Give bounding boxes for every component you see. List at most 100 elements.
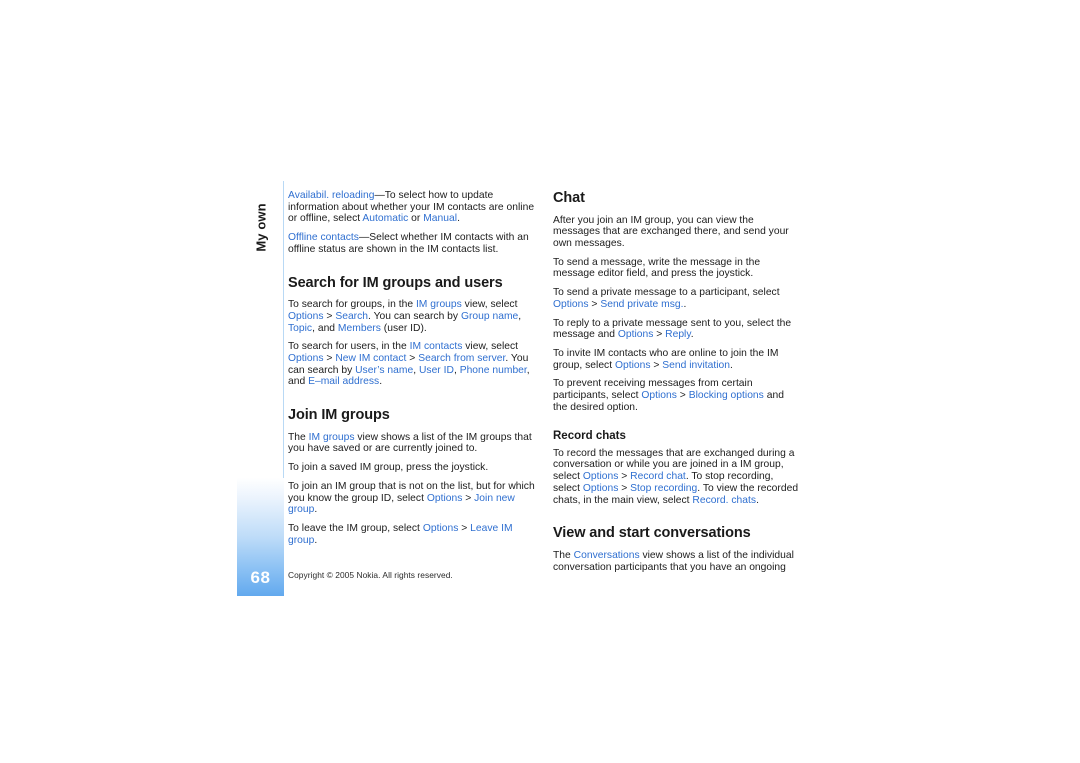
separator: >	[458, 523, 471, 534]
paragraph-send-invitation: To invite IM contacts who are online to …	[553, 348, 801, 371]
heading-join-im-groups: Join IM groups	[288, 407, 390, 424]
term-offline-contacts: Offline contacts	[288, 232, 359, 244]
menu-options: Options	[614, 359, 651, 371]
paragraph-send-private-message: To send a private message to a participa…	[553, 287, 801, 310]
t5: , and	[312, 322, 338, 334]
view-im-groups: IM groups	[415, 299, 462, 311]
separator: >	[588, 298, 601, 310]
menu-reply: Reply	[665, 329, 691, 341]
heading-chat: Chat	[553, 190, 585, 206]
view-im-contacts: IM contacts	[409, 341, 463, 353]
view-im-groups: IM groups	[308, 431, 355, 443]
paragraph-join-view: The IM groups view shows a list of the I…	[288, 432, 536, 455]
text-availability-3: .	[457, 213, 460, 225]
menu-options: Options	[553, 298, 589, 310]
field-phone-number: Phone number	[459, 364, 527, 376]
t2: view, select	[461, 299, 518, 311]
separator: >	[323, 353, 336, 364]
t1: The	[288, 431, 309, 443]
paragraph-availability-reloading: Availabil. reloading—To select how to up…	[288, 190, 536, 225]
right-column: Chat After you join an IM group, you can…	[553, 190, 801, 573]
menu-new-im-contact: New IM contact	[335, 353, 407, 364]
separator: >	[618, 471, 631, 483]
t1: To send a message, write the message in …	[553, 256, 761, 280]
menu-search-from-server: Search from server	[418, 353, 506, 364]
paragraph-reply-private-message: To reply to a private message sent to yo…	[553, 318, 801, 341]
paragraph-offline-contacts: Offline contacts—Select whether IM conta…	[288, 232, 536, 255]
t1: To search for groups, in the	[288, 299, 416, 311]
heading-view-and-start-conversations: View and start conversations	[553, 525, 751, 542]
menu-options: Options	[582, 471, 619, 483]
value-automatic: Automatic	[362, 213, 409, 225]
t1: To send a private message to a participa…	[553, 287, 780, 299]
paragraph-send-message: To send a message, write the message in …	[553, 257, 801, 280]
chapter-label: My own	[231, 190, 291, 270]
menu-record-chats: Record. chats	[692, 494, 757, 506]
paragraph-leave-group: To leave the IM group, select Options > …	[288, 523, 536, 546]
menu-options: Options	[617, 329, 654, 341]
page-number: 68	[250, 568, 271, 587]
paragraph-conversations-view: The Conversations view shows a list of t…	[553, 550, 801, 573]
menu-options: Options	[422, 523, 459, 534]
field-users-name: User’s name	[355, 364, 414, 376]
separator-2: >	[618, 482, 631, 494]
t6: (user ID).	[380, 322, 427, 334]
menu-options: Options	[426, 492, 463, 504]
t3: . You can search by	[368, 310, 461, 322]
t2: .	[314, 534, 318, 546]
field-members: Members	[337, 322, 381, 334]
field-user-id: User ID	[418, 364, 454, 376]
page-number-tab: 68	[237, 478, 284, 596]
paragraph-join-new-group: To join an IM group that is not on the l…	[288, 481, 536, 516]
heading-search-im-groups-and-users: Search for IM groups and users	[288, 274, 503, 291]
t2: .	[314, 504, 318, 516]
separator: >	[462, 492, 475, 504]
menu-stop-recording: Stop recording	[630, 482, 698, 494]
menu-send-invitation: Send invitation	[662, 359, 730, 371]
t2: .	[730, 359, 733, 371]
t2: view, select	[462, 341, 519, 353]
t1: After you join an IM group, you can view…	[553, 214, 789, 250]
separator: >	[650, 359, 663, 371]
separator: >	[676, 390, 689, 402]
t4: ,	[518, 310, 522, 322]
menu-options: Options	[288, 353, 324, 364]
menu-options: Options	[641, 390, 677, 402]
left-column: Availabil. reloading—To select how to up…	[288, 190, 536, 546]
t1: To leave the IM group, select	[288, 523, 423, 534]
menu-options: Options	[288, 310, 324, 322]
view-conversations: Conversations	[573, 549, 640, 561]
field-topic: Topic	[288, 322, 313, 334]
menu-record-chat: Record chat	[630, 471, 686, 483]
t1: The	[553, 549, 574, 561]
paragraph-search-groups: To search for groups, in the IM groups v…	[288, 299, 536, 334]
field-group-name: Group name	[460, 310, 519, 322]
paragraph-record-chats: To record the messages that are exchange…	[553, 448, 801, 507]
paragraph-join-saved-group: To join a saved IM group, press the joys…	[288, 462, 536, 474]
subheading-record-chats: Record chats	[553, 429, 626, 442]
menu-send-private-msg: Send private msg.	[600, 298, 684, 310]
menu-blocking-options: Blocking options	[688, 390, 764, 402]
menu-options-2: Options	[582, 482, 619, 494]
value-manual: Manual	[423, 213, 458, 225]
separator-2: >	[406, 353, 419, 364]
field-email-address: E–mail address	[308, 376, 380, 388]
footer-copyright: Copyright © 2005 Nokia. All rights reser…	[288, 570, 453, 580]
manual-page: My own 68 Availabil. reloading—To select…	[0, 0, 1080, 763]
t1: To search for users, in the	[288, 341, 410, 353]
separator: >	[653, 329, 666, 341]
t2: .	[690, 329, 694, 341]
separator: >	[323, 310, 336, 322]
t7: .	[379, 376, 383, 388]
margin-divider	[283, 181, 284, 479]
paragraph-blocking-options: To prevent receiving messages from certa…	[553, 378, 801, 413]
paragraph-search-users: To search for users, in the IM contacts …	[288, 341, 536, 388]
chapter-label-text: My own	[253, 203, 269, 252]
t1: To join a saved IM group, press the joys…	[288, 462, 489, 474]
t2: .	[683, 298, 687, 310]
text-availability-2: or	[408, 213, 424, 225]
t4: .	[756, 494, 759, 506]
menu-search: Search	[335, 310, 369, 322]
term-availability-reloading: Availabil. reloading	[288, 190, 375, 201]
paragraph-chat-intro: After you join an IM group, you can view…	[553, 215, 801, 250]
